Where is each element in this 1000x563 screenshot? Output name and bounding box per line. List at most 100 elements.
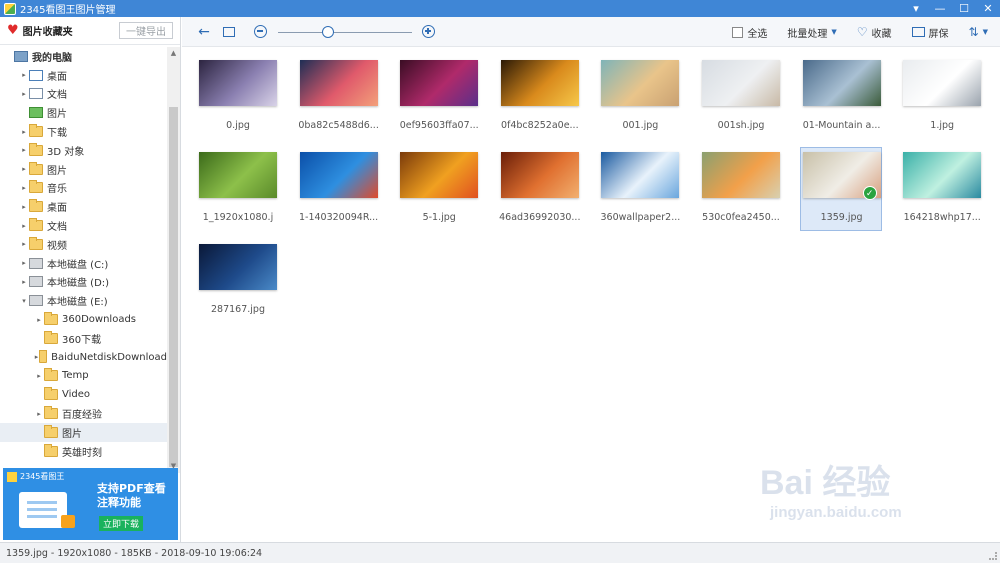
chevron-right-icon[interactable]: ▸ bbox=[19, 259, 29, 267]
chevron-right-icon[interactable]: ▸ bbox=[19, 184, 29, 192]
favorite-label: 收藏 bbox=[871, 28, 892, 40]
thumbnail-image[interactable] bbox=[199, 244, 277, 290]
chevron-right-icon[interactable]: ▸ bbox=[19, 165, 29, 173]
tree-item[interactable]: 英雄时刻 bbox=[0, 442, 167, 461]
thumbnail-image[interactable] bbox=[601, 152, 680, 198]
thumbnail-item[interactable]: 287167.jpg bbox=[196, 239, 278, 323]
thumbnail-item[interactable]: 0f4bc8252a0e... bbox=[498, 55, 580, 139]
tree-item[interactable]: 图片 bbox=[0, 103, 167, 122]
tree-item[interactable]: 360下载 bbox=[0, 329, 167, 348]
export-button[interactable]: 一键导出 bbox=[119, 22, 173, 39]
tree-item[interactable]: 我的电脑 bbox=[0, 47, 167, 66]
thumbnail-item[interactable]: 1-140320094R... bbox=[297, 147, 379, 231]
sort-button[interactable]: ⇅ ▼ bbox=[969, 25, 988, 39]
tree-item[interactable]: ▸ 视频 bbox=[0, 235, 167, 254]
thumbnail-image[interactable] bbox=[903, 152, 982, 198]
chevron-right-icon[interactable]: ▸ bbox=[19, 203, 29, 211]
chevron-right-icon[interactable]: ▸ bbox=[19, 222, 29, 230]
zoom-slider[interactable] bbox=[278, 32, 412, 33]
tree-item-label: 图片 bbox=[47, 109, 67, 121]
dropdown-menu-icon[interactable]: ▾ bbox=[904, 0, 928, 17]
chevron-right-icon[interactable]: ▸ bbox=[34, 372, 44, 380]
thumbnail-image[interactable] bbox=[903, 60, 982, 106]
minimize-icon[interactable]: — bbox=[928, 0, 952, 17]
close-icon[interactable]: ✕ bbox=[976, 0, 1000, 17]
tree-item[interactable]: ▸ 本地磁盘 (C:) bbox=[0, 254, 167, 273]
folder-up-icon[interactable] bbox=[221, 23, 237, 41]
thumbnail-item[interactable]: 5-1.jpg bbox=[397, 147, 479, 231]
thumbnail-image[interactable] bbox=[299, 152, 378, 198]
thumbnail-item[interactable]: 164218whp17... bbox=[900, 147, 982, 231]
thumbnail-image[interactable] bbox=[500, 152, 579, 198]
thumbnail-item[interactable]: 0.jpg bbox=[196, 55, 278, 139]
tree-item[interactable]: ▾ 本地磁盘 (E:) bbox=[0, 291, 167, 310]
thumbnail-item[interactable]: 46ad36992030... bbox=[498, 147, 580, 231]
thumbnail-image[interactable] bbox=[802, 60, 881, 106]
thumbnail-item[interactable]: 01-Mountain a... bbox=[800, 55, 882, 139]
thumbnail-image[interactable] bbox=[500, 60, 579, 106]
thumbnail-item[interactable]: 360wallpaper2... bbox=[598, 147, 680, 231]
tree-item[interactable]: ▸ 3D 对象 bbox=[0, 141, 167, 160]
tree-item[interactable]: ▸ 音乐 bbox=[0, 179, 167, 198]
ad-banner[interactable]: 2345看图王 支持PDF查看 注释功能 立即下载 bbox=[3, 468, 178, 540]
chevron-right-icon[interactable]: ▸ bbox=[19, 146, 29, 154]
tree-item[interactable]: ▸ 百度经验 bbox=[0, 404, 167, 423]
thumbnail-item[interactable]: 1_1920x1080.j bbox=[196, 147, 278, 231]
tree-item[interactable]: ▸ 下载 bbox=[0, 122, 167, 141]
chevron-right-icon[interactable]: ▸ bbox=[19, 240, 29, 248]
ad-text: 支持PDF查看 注释功能 bbox=[97, 482, 166, 510]
thumbnail-image[interactable] bbox=[702, 152, 780, 198]
maximize-icon[interactable]: ☐ bbox=[952, 0, 976, 17]
chevron-right-icon[interactable]: ▸ bbox=[19, 278, 29, 286]
thumbnail-image[interactable] bbox=[400, 60, 479, 106]
thumbnail-image[interactable] bbox=[702, 60, 780, 106]
thumbnail-image[interactable] bbox=[299, 60, 378, 106]
document-icon bbox=[29, 88, 43, 100]
scrollbar-thumb[interactable] bbox=[169, 107, 178, 467]
zoom-in-icon[interactable] bbox=[422, 25, 435, 38]
thumbnail-item[interactable]: 001sh.jpg bbox=[699, 55, 781, 139]
favorites-label[interactable]: 图片收藏夹 bbox=[23, 23, 73, 38]
tree-item[interactable]: ▸ 桌面 bbox=[0, 197, 167, 216]
back-arrow-icon[interactable]: ← bbox=[196, 23, 212, 41]
tree-item[interactable]: ▸ 桌面 bbox=[0, 66, 167, 85]
zoom-out-icon[interactable] bbox=[254, 25, 267, 38]
sidebar-scrollbar[interactable]: ▲ ▼ bbox=[167, 47, 180, 473]
sort-icon: ⇅ bbox=[968, 25, 979, 39]
chevron-right-icon[interactable]: ▸ bbox=[19, 71, 29, 79]
select-all-checkbox[interactable]: 全选 bbox=[732, 25, 767, 40]
chevron-right-icon[interactable]: ▸ bbox=[19, 90, 29, 98]
chevron-right-icon[interactable]: ▸ bbox=[34, 410, 44, 418]
screensaver-button[interactable]: 屏保 bbox=[911, 25, 949, 40]
thumbnail-image[interactable] bbox=[400, 152, 479, 198]
tree-item[interactable]: Video bbox=[0, 385, 167, 404]
thumbnail-item[interactable]: 001.jpg bbox=[598, 55, 680, 139]
scroll-up-icon[interactable]: ▲ bbox=[167, 47, 180, 60]
tree-item[interactable]: ▸ 文档 bbox=[0, 216, 167, 235]
window-controls: ▾ — ☐ ✕ bbox=[904, 0, 1000, 17]
ad-download-button[interactable]: 立即下载 bbox=[99, 516, 144, 531]
batch-process-button[interactable]: 批量处理 ▼ bbox=[787, 25, 836, 40]
thumbnail-item[interactable]: 530c0fea2450... bbox=[699, 147, 781, 231]
favorite-button[interactable]: ♡ 收藏 bbox=[857, 25, 892, 40]
tree-item[interactable]: ▸ 图片 bbox=[0, 160, 167, 179]
thumbnail-image[interactable] bbox=[199, 60, 277, 106]
tree-item[interactable]: ▸ Temp bbox=[0, 367, 167, 386]
thumbnail-item[interactable]: 0ba82c5488d6... bbox=[297, 55, 379, 139]
chevron-right-icon[interactable]: ▸ bbox=[19, 128, 29, 136]
checkbox-icon[interactable] bbox=[732, 26, 744, 38]
tree-item[interactable]: ▸ 360Downloads bbox=[0, 310, 167, 329]
tree-item[interactable]: ▸ 本地磁盘 (D:) bbox=[0, 273, 167, 292]
thumbnail-image[interactable] bbox=[199, 152, 277, 198]
tree-item[interactable]: 图片 bbox=[0, 422, 167, 442]
thumbnail-image[interactable] bbox=[601, 60, 680, 106]
chevron-down-icon[interactable]: ▾ bbox=[19, 297, 29, 305]
thumbnail-item[interactable]: 1.jpg bbox=[900, 55, 982, 139]
zoom-slider-thumb[interactable] bbox=[321, 26, 334, 38]
tree-item[interactable]: ▸ BaiduNetdiskDownload bbox=[0, 348, 167, 367]
thumbnail-item[interactable]: ✓ 1359.jpg bbox=[799, 147, 882, 231]
thumbnail-item[interactable]: 0ef95603ffa07... bbox=[397, 55, 479, 139]
chevron-right-icon[interactable]: ▸ bbox=[34, 316, 44, 324]
tree-item[interactable]: ▸ 文档 bbox=[0, 85, 167, 104]
resize-grip-icon[interactable] bbox=[989, 552, 997, 560]
